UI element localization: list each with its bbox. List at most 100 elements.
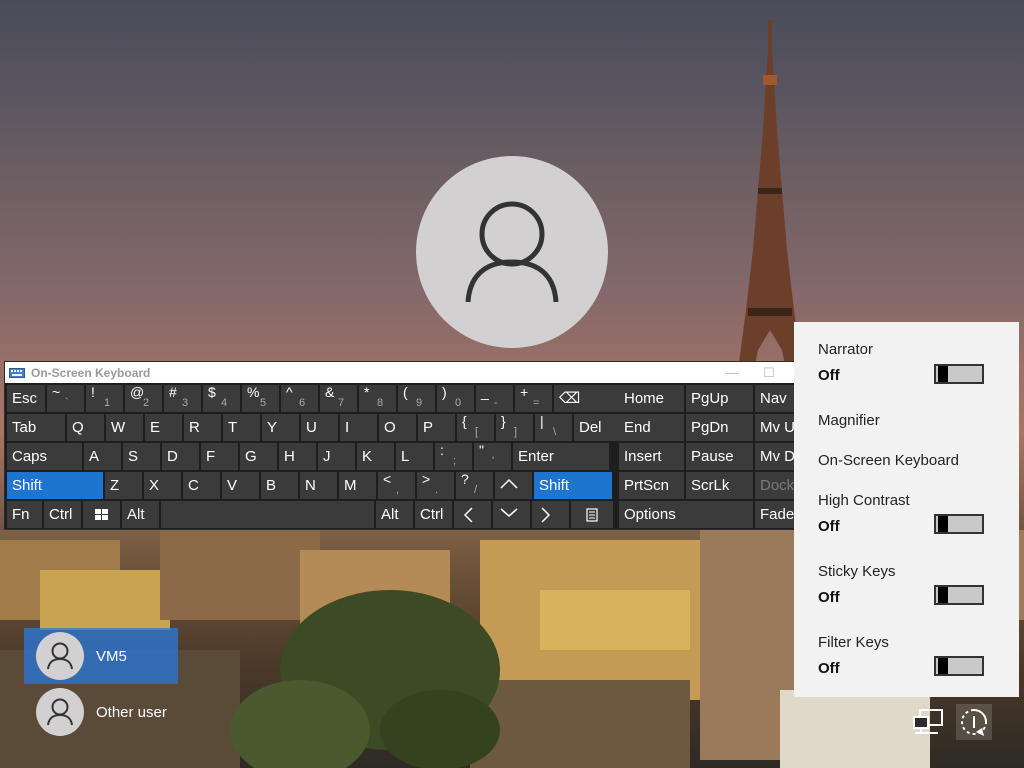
key-char: 3 — [182, 397, 189, 409]
key[interactable]: J — [318, 443, 355, 470]
key[interactable]: K — [357, 443, 394, 470]
key[interactable]: W — [106, 414, 143, 441]
key-alt-right[interactable]: Alt — [376, 501, 413, 528]
key[interactable]: R — [184, 414, 221, 441]
key[interactable]: V — [222, 472, 259, 499]
key[interactable]: <, — [378, 472, 415, 499]
key[interactable]: | \ — [535, 414, 572, 441]
user-avatar-large — [416, 156, 608, 348]
filter-keys-toggle[interactable] — [934, 656, 984, 676]
key[interactable]: @2 — [125, 385, 162, 412]
key[interactable]: ) 0 — [437, 385, 474, 412]
key[interactable]: ^ 6 — [281, 385, 318, 412]
key-ctrl[interactable]: Ctrl — [44, 501, 81, 528]
key-shift-char: & — [325, 385, 335, 400]
key-arrow-right[interactable] — [532, 501, 569, 528]
key-arrow-up[interactable] — [495, 472, 532, 499]
high-contrast-label: High Contrast — [818, 492, 910, 509]
user-list-item-vm5[interactable]: VM5 — [24, 628, 178, 684]
key-fn[interactable]: Fn — [7, 501, 42, 528]
user-icon — [47, 642, 73, 670]
key-char: 9 — [416, 397, 423, 409]
key[interactable]: #3 — [164, 385, 201, 412]
nav-key[interactable]: ScrLk — [686, 472, 753, 499]
nav-key[interactable]: Home — [619, 385, 684, 412]
maximize-button[interactable]: ☐ — [754, 362, 784, 383]
key-backspace[interactable]: ⌫ — [554, 385, 620, 412]
key-del[interactable]: Del — [574, 414, 619, 441]
key[interactable]: }] — [496, 414, 533, 441]
key[interactable]: & 7 — [320, 385, 357, 412]
nav-key[interactable]: Insert — [619, 443, 684, 470]
ease-of-access-button[interactable] — [956, 704, 992, 740]
key[interactable]: O — [379, 414, 416, 441]
key[interactable]: H — [279, 443, 316, 470]
key-space[interactable] — [161, 501, 374, 528]
key-arrow-left[interactable] — [454, 501, 491, 528]
key-caps[interactable]: Caps — [7, 443, 82, 470]
key[interactable]: :; — [435, 443, 472, 470]
key[interactable]: U — [301, 414, 338, 441]
key[interactable]: % 5 — [242, 385, 279, 412]
key[interactable]: ! 1 — [86, 385, 123, 412]
narrator-toggle[interactable] — [934, 364, 984, 384]
key-esc[interactable]: Esc — [7, 385, 45, 412]
key-tab[interactable]: Tab — [7, 414, 65, 441]
key[interactable]: ~ ` — [47, 385, 84, 412]
nav-key[interactable]: PgUp — [686, 385, 753, 412]
windows-key[interactable] — [83, 501, 120, 528]
nav-key[interactable]: Pause — [686, 443, 753, 470]
key-enter[interactable]: Enter — [513, 443, 609, 470]
minimize-button[interactable]: — — [717, 362, 747, 383]
key[interactable]: G — [240, 443, 277, 470]
key[interactable]: B — [261, 472, 298, 499]
key-arrow-down[interactable] — [493, 501, 530, 528]
key[interactable]: M — [339, 472, 376, 499]
user-icon — [465, 201, 559, 303]
key-char: - — [494, 397, 498, 409]
key[interactable]: T — [223, 414, 260, 441]
key[interactable]: D — [162, 443, 199, 470]
key-alt[interactable]: Alt — [122, 501, 159, 528]
key[interactable]: " ' — [474, 443, 511, 470]
key[interactable]: A — [84, 443, 121, 470]
network-button[interactable] — [910, 704, 946, 740]
key[interactable]: E — [145, 414, 182, 441]
key[interactable]: {[ — [457, 414, 494, 441]
key-ctrl-right[interactable]: Ctrl — [415, 501, 452, 528]
key[interactable]: $4 — [203, 385, 240, 412]
key[interactable]: + = — [515, 385, 552, 412]
key[interactable]: (9 — [398, 385, 435, 412]
key[interactable]: C — [183, 472, 220, 499]
key[interactable]: >. — [417, 472, 454, 499]
options-button[interactable]: Options — [619, 501, 753, 528]
key[interactable]: * 8 — [359, 385, 396, 412]
high-contrast-toggle[interactable] — [934, 514, 984, 534]
key-shift-left[interactable]: Shift — [7, 472, 103, 499]
key[interactable]: S — [123, 443, 160, 470]
key[interactable]: Z — [105, 472, 142, 499]
key[interactable]: I — [340, 414, 377, 441]
nav-key[interactable]: End — [619, 414, 684, 441]
sticky-keys-toggle[interactable] — [934, 585, 984, 605]
magnifier-label[interactable]: Magnifier — [818, 412, 880, 429]
key-shift-right[interactable]: Shift — [534, 472, 612, 499]
key[interactable]: Y — [262, 414, 299, 441]
key[interactable]: F — [201, 443, 238, 470]
key-shift-char: _ — [481, 385, 489, 400]
nav-key[interactable]: PgDn — [686, 414, 753, 441]
key[interactable]: N — [300, 472, 337, 499]
on-screen-keyboard-window[interactable]: On-Screen Keyboard — ☐ ✕ Esc~`!1@2#3$4%5… — [4, 361, 825, 530]
key[interactable]: X — [144, 472, 181, 499]
on-screen-keyboard-label[interactable]: On-Screen Keyboard — [818, 452, 959, 469]
key[interactable]: Q — [67, 414, 104, 441]
key[interactable]: L — [396, 443, 433, 470]
ease-of-access-icon — [961, 709, 987, 736]
nav-key[interactable]: PrtScn — [619, 472, 684, 499]
key[interactable]: ? / — [456, 472, 493, 499]
key-menu[interactable] — [571, 501, 613, 528]
key[interactable]: P — [418, 414, 455, 441]
osk-title-bar[interactable]: On-Screen Keyboard — ☐ ✕ — [5, 362, 824, 383]
user-list-item-other-user[interactable]: Other user — [24, 684, 178, 740]
key[interactable]: _ - — [476, 385, 513, 412]
